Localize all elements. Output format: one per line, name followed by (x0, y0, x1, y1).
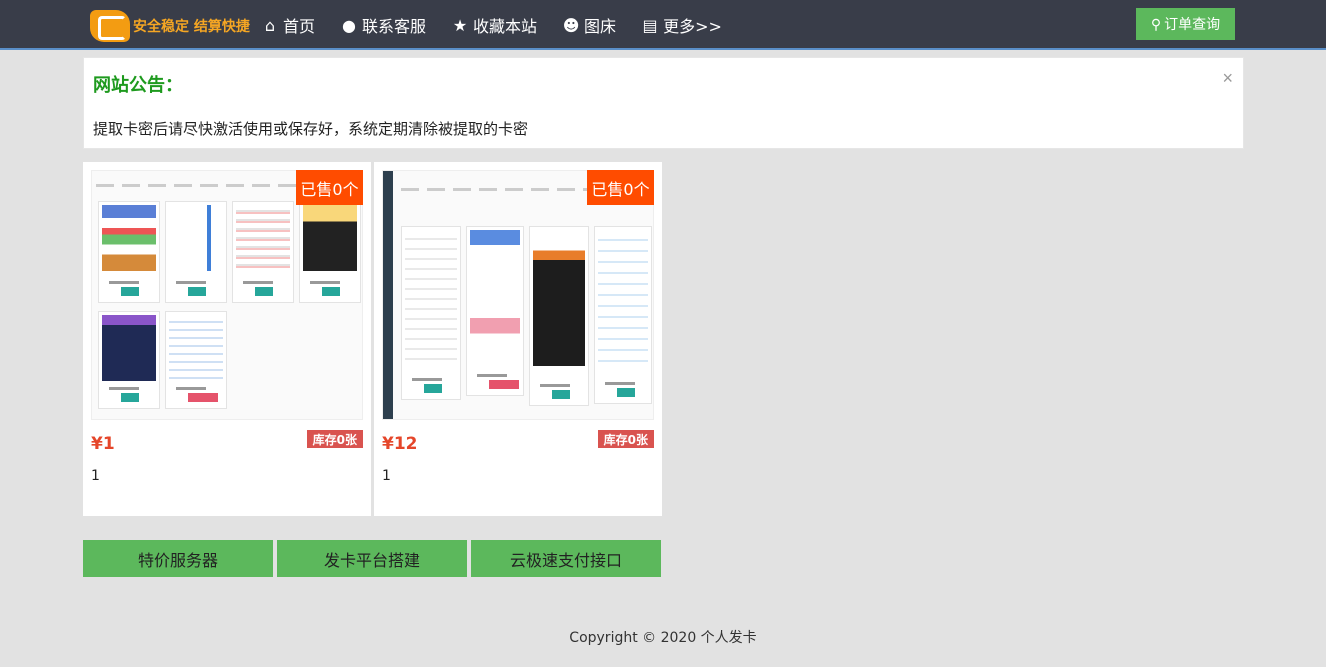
stock-badge: 库存0张 (306, 430, 363, 448)
thumb-tile (466, 226, 524, 396)
logo-icon (90, 10, 130, 42)
close-icon[interactable]: × (1222, 68, 1233, 89)
list-icon: ▤ (642, 15, 658, 35)
thumb-tile (98, 311, 160, 409)
product-image[interactable] (91, 170, 363, 420)
order-query-button[interactable]: ⚲ 订单查询 (1136, 8, 1235, 40)
site-notice: 网站公告： × 提取卡密后请尽快激活使用或保存好，系统定期清除被提取的卡密 (83, 57, 1244, 149)
top-navbar: 安全稳定 结算快捷 ⌂ 首页 ● 联系客服 ★ 收藏本站 ☻ 图床 ▤ 更多>>… (0, 0, 1326, 50)
nav-contact[interactable]: ● 联系客服 (339, 13, 426, 37)
qq-icon: ● (342, 15, 356, 35)
nav-image-host[interactable]: ☻ 图床 (561, 13, 616, 37)
nav-bookmark-label: 收藏本站 (473, 17, 538, 36)
link-server-deals[interactable]: 特价服务器 (83, 540, 273, 577)
logo-slogan: 安全稳定 结算快捷 (133, 19, 250, 35)
notice-body: 提取卡密后请尽快激活使用或保存好，系统定期清除被提取的卡密 (93, 120, 529, 138)
order-query-label: 订单查询 (1164, 16, 1221, 32)
nav-bookmark[interactable]: ★ 收藏本站 (450, 13, 537, 37)
thumb-tile (529, 226, 589, 406)
nav-links: ⌂ 首页 ● 联系客服 ★ 收藏本站 ☻ 图床 ▤ 更多>> (260, 0, 746, 50)
nav-contact-label: 联系客服 (362, 17, 427, 36)
site-logo[interactable]: 安全稳定 结算快捷 (90, 9, 250, 43)
notice-title: 网站公告： (93, 75, 183, 96)
product-price: ¥12 (382, 434, 418, 454)
home-icon: ⌂ (264, 15, 276, 35)
nav-home[interactable]: ⌂ 首页 (260, 13, 315, 37)
sold-count-badge: 已售0个 (296, 170, 363, 205)
nav-more[interactable]: ▤ 更多>> (640, 13, 722, 37)
nav-image-host-label: 图床 (584, 17, 617, 36)
users-icon: ☻ (562, 15, 580, 35)
footer-copyright: Copyright © 2020 个人发卡 (569, 630, 757, 646)
stock-badge: 库存0张 (597, 430, 654, 448)
thumb-tile (165, 201, 227, 303)
product-description: 1 (382, 468, 391, 484)
product-card[interactable]: 已售0个 ¥1 库存0张 1 (83, 162, 371, 516)
thumb-tile (165, 311, 227, 409)
thumb-tile (401, 226, 461, 400)
thumb-tile (594, 226, 652, 404)
search-icon: ⚲ (1150, 15, 1162, 32)
product-description: 1 (91, 468, 100, 484)
thumb-tile (98, 201, 160, 303)
link-card-platform[interactable]: 发卡平台搭建 (277, 540, 467, 577)
thumb-sidebar (383, 171, 393, 419)
product-card[interactable]: 已售0个 ¥12 库存0张 1 (374, 162, 662, 516)
nav-home-label: 首页 (283, 17, 316, 36)
star-icon: ★ (452, 15, 468, 35)
thumb-tile (299, 201, 361, 303)
nav-more-label: 更多>> (663, 17, 722, 36)
product-price: ¥1 (91, 434, 115, 454)
thumb-tile (232, 201, 294, 303)
sold-count-badge: 已售0个 (587, 170, 654, 205)
link-payment-api[interactable]: 云极速支付接口 (471, 540, 661, 577)
product-image[interactable] (382, 170, 654, 420)
